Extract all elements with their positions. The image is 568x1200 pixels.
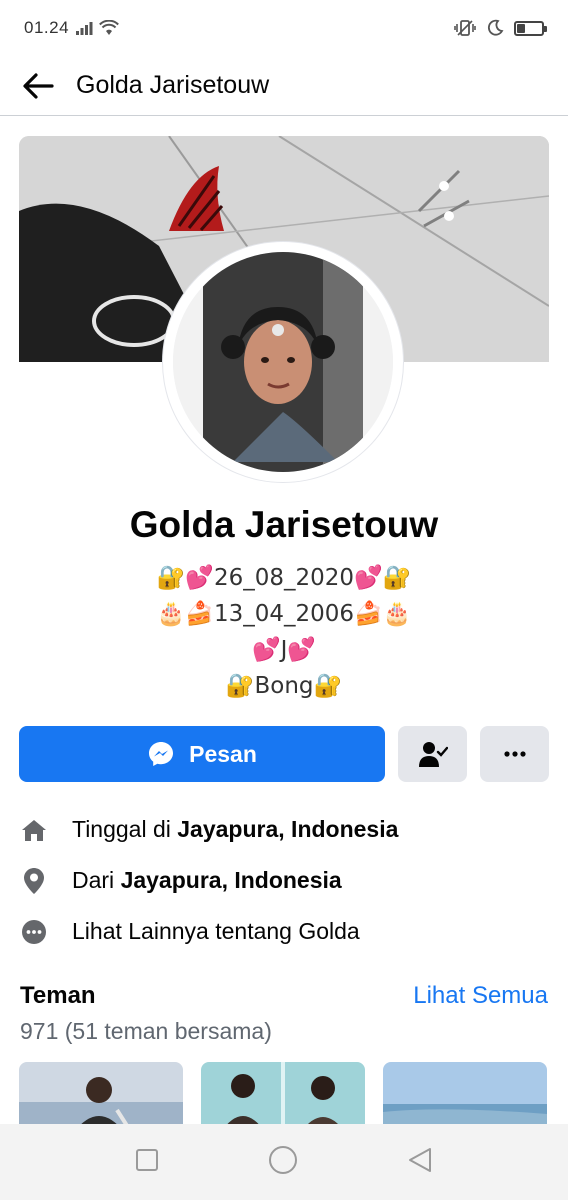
status-time: 01.24 — [24, 18, 70, 37]
messenger-icon — [149, 742, 174, 766]
avatar — [173, 252, 393, 472]
profile-info: Tinggal di Jayapura, Indonesia Dari Jaya… — [0, 804, 568, 957]
more-circle-icon — [20, 918, 48, 946]
info-lives-in-text: Tinggal di Jayapura, Indonesia — [72, 816, 398, 843]
info-see-more-text: Lihat Lainnya tentang Golda — [72, 918, 360, 944]
status-left: 01.24 — [24, 18, 119, 38]
battery-level — [517, 23, 525, 33]
friend-thumbnail[interactable] — [383, 1062, 547, 1132]
triangle-back-icon — [409, 1147, 431, 1172]
recents-button[interactable] — [134, 1147, 160, 1178]
top-header: Golda Jarisetouw — [0, 56, 568, 116]
header-title: Golda Jarisetouw — [76, 71, 270, 99]
friend-thumbnail[interactable] — [19, 1062, 183, 1132]
message-button[interactable]: Pesan — [19, 726, 385, 782]
system-back-button[interactable] — [406, 1146, 434, 1179]
square-icon — [136, 1148, 158, 1171]
avatar-image — [173, 252, 393, 472]
home-button[interactable] — [268, 1145, 298, 1180]
friends-title: Teman — [20, 982, 96, 1009]
profile-name: Golda Jarisetouw — [129, 504, 439, 545]
wifi-icon — [99, 20, 119, 35]
profile-picture[interactable] — [163, 242, 403, 482]
bio-line: 🎂🍰13_04_2006🍰🎂 — [156, 601, 412, 627]
message-button-label: Pesan — [189, 740, 257, 767]
see-all-friends-link[interactable]: Lihat Semua — [413, 982, 548, 1010]
friend-thumbnail[interactable] — [201, 1062, 365, 1132]
vibrate-icon — [454, 20, 476, 36]
bio-line: 🔐Bong🔐 — [225, 673, 343, 699]
circle-icon — [269, 1145, 297, 1174]
bio-line: 💕J💕 — [251, 637, 317, 663]
info-from: Dari Jayapura, Indonesia — [0, 855, 568, 906]
info-lives-in: Tinggal di Jayapura, Indonesia — [0, 804, 568, 855]
location-pin-icon — [20, 867, 48, 895]
friends-status-button[interactable] — [398, 726, 467, 782]
status-bar: 01.24 — [0, 0, 568, 56]
battery-icon — [514, 20, 547, 36]
friends-grid — [19, 1062, 549, 1132]
arrow-left-icon — [23, 72, 54, 99]
bio-line: 🔐💕26_08_2020💕🔐 — [156, 565, 412, 591]
system-nav-bar — [0, 1124, 568, 1200]
friends-header: Teman Lihat Semua — [20, 982, 548, 1010]
info-from-text: Dari Jayapura, Indonesia — [72, 867, 342, 894]
back-button[interactable] — [0, 56, 76, 116]
profile-actions: Pesan — [19, 726, 549, 782]
status-right — [454, 19, 547, 37]
signal-icon — [76, 22, 93, 35]
info-location-link[interactable]: Jayapura, Indonesia — [177, 816, 398, 842]
friend-check-icon — [418, 742, 448, 767]
more-icon — [503, 751, 526, 757]
moon-icon — [487, 19, 504, 36]
info-prefix: Dari — [72, 867, 121, 893]
home-icon — [20, 816, 48, 844]
info-hometown-link[interactable]: Jayapura, Indonesia — [121, 867, 342, 893]
friends-count: 971 (51 teman bersama) — [20, 1018, 272, 1044]
profile-bio: 🔐💕26_08_2020💕🔐 🎂🍰13_04_2006🍰🎂 💕J💕 🔐Bong🔐 — [0, 560, 568, 704]
info-prefix: Tinggal di — [72, 816, 178, 842]
info-see-more[interactable]: Lihat Lainnya tentang Golda — [0, 906, 568, 957]
more-button[interactable] — [480, 726, 549, 782]
